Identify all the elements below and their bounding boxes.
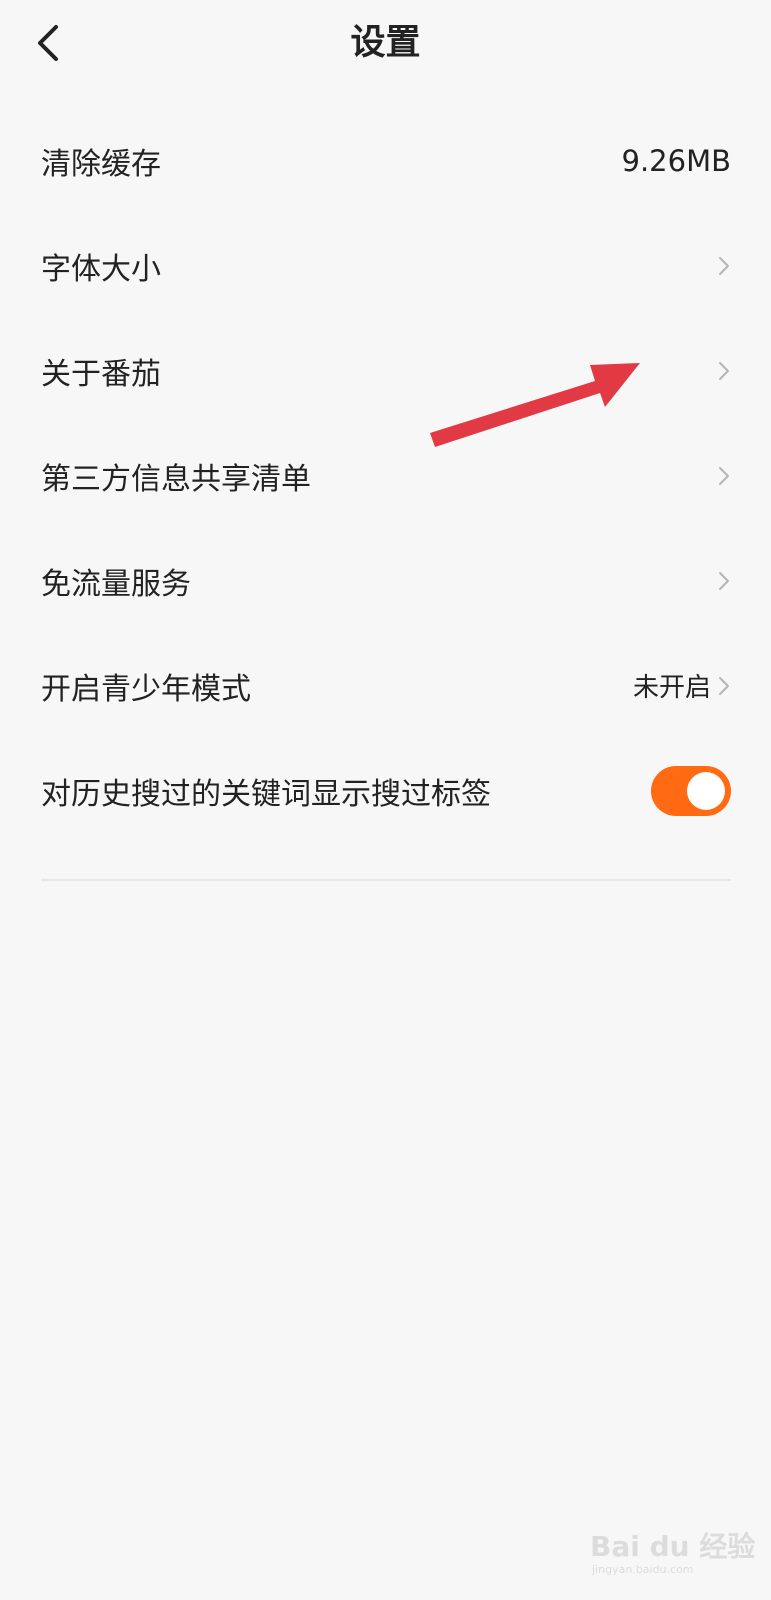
search-history-tag-toggle[interactable] — [651, 765, 731, 816]
free-data-service-row[interactable]: 免流量服务 — [0, 528, 771, 633]
settings-list: 清除缓存 9.26MB 字体大小 关于番茄 第三方信息共享清单 免流量服务 开启… — [0, 108, 771, 843]
search-history-tag-label: 对历史搜过的关键词显示搜过标签 — [41, 776, 491, 812]
search-history-tag-row: 对历史搜过的关键词显示搜过标签 — [0, 738, 771, 843]
font-size-row[interactable]: 字体大小 — [0, 213, 771, 318]
teen-mode-status: 未开启 — [632, 673, 711, 703]
chevron-right-icon — [719, 256, 729, 275]
chevron-right-icon — [719, 676, 729, 695]
chevron-right-icon — [719, 571, 729, 590]
clear-cache-row[interactable]: 清除缓存 9.26MB — [0, 108, 771, 213]
third-party-sharing-label: 第三方信息共享清单 — [41, 461, 311, 497]
top-nav-bar: 设置 — [0, 0, 771, 90]
cache-size-value: 9.26MB — [621, 143, 732, 178]
section-divider — [41, 879, 731, 881]
free-data-service-label: 免流量服务 — [41, 566, 191, 602]
teen-mode-label: 开启青少年模式 — [41, 671, 251, 707]
chevron-right-icon — [719, 361, 729, 380]
chevron-right-icon — [719, 466, 729, 485]
clear-cache-label: 清除缓存 — [41, 146, 161, 182]
watermark-text: Bai du 经验 — [590, 1530, 756, 1563]
watermark-subtext: jingyan.baidu.com — [592, 1563, 694, 1576]
annotation-arrow-icon — [430, 363, 640, 447]
page-title: 设置 — [350, 23, 421, 63]
toggle-knob — [687, 771, 725, 810]
font-size-label: 字体大小 — [41, 251, 161, 287]
about-label: 关于番茄 — [41, 356, 161, 392]
teen-mode-row[interactable]: 开启青少年模式 未开启 — [0, 633, 771, 738]
